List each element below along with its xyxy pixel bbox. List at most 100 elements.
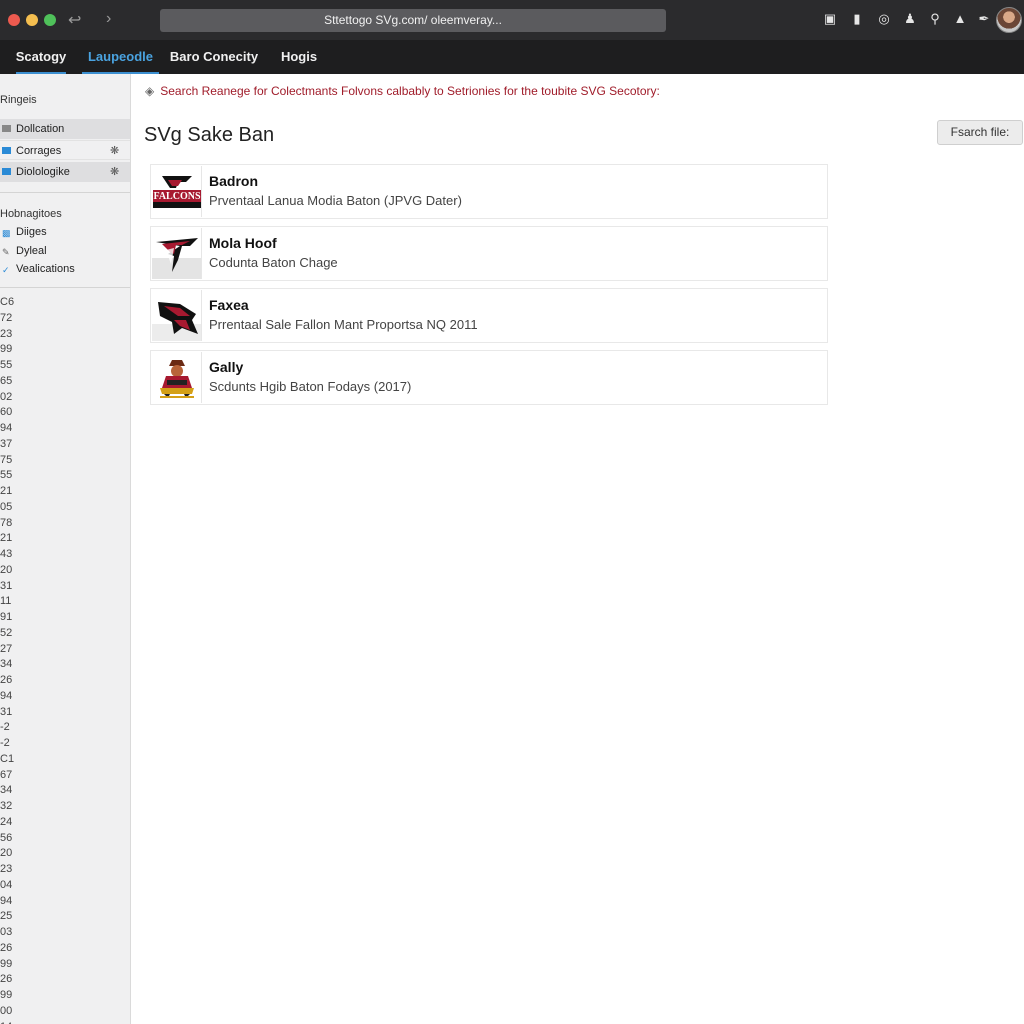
result-title[interactable]: Badron [209, 173, 258, 189]
line-number: 23 [0, 327, 13, 340]
search-notice: ◈ Search Reanege for Colectmants Folvons … [145, 84, 660, 98]
doc-icon: ✎ [2, 247, 10, 257]
falcons-logo-text: FALCONS [153, 191, 200, 202]
sidebar-item-label: Dollcation [16, 123, 65, 135]
sidebar: Ringeis Dollcation Corrages ❋ Diolologik… [0, 74, 131, 1024]
search-icon[interactable]: ⚲ [927, 11, 943, 27]
user-icon[interactable]: ♟ [902, 11, 918, 27]
sidebar-item-label: Diolologike [16, 166, 70, 178]
line-number: 14 [0, 1021, 20, 1024]
result-title[interactable]: Faxea [209, 297, 249, 313]
settings-icon[interactable]: ❋ [110, 141, 119, 161]
sidebar-item-corrages[interactable]: Corrages ❋ [0, 140, 130, 160]
profile-avatar[interactable] [996, 7, 1022, 33]
result-item[interactable]: Mola Hoof Codunta Baton Chage [150, 226, 828, 281]
forward-icon[interactable]: › [106, 10, 111, 28]
result-thumbnail [152, 290, 202, 341]
line-number: 26 [0, 973, 13, 986]
pen-icon[interactable]: ✒ [976, 11, 992, 27]
line-number: 43 [0, 548, 13, 560]
line-number: 34 [0, 784, 13, 797]
sidebar-subitem-label: Dyleal [16, 245, 47, 257]
sidebar-subitem-label: Diiges [16, 226, 47, 238]
result-item[interactable]: FALCONS Badron Prventaal Lanua Modia Bat… [150, 164, 828, 219]
line-number: 37 [0, 437, 13, 450]
result-item[interactable]: Faxea Prrentaal Sale Fallon Mant Proport… [150, 288, 828, 343]
target-icon[interactable]: ◎ [876, 11, 892, 27]
page-title: SVg Sake Ban [144, 124, 275, 146]
result-description: Prventaal Lanua Modia Baton (JPVG Dater) [209, 193, 462, 208]
tab-hogis[interactable]: Hogis [276, 40, 322, 74]
sidebar-divider [0, 192, 130, 193]
minimize-window-button[interactable] [26, 14, 38, 26]
diamond-icon: ◈ [145, 84, 155, 98]
tab-laupeodle[interactable]: Laupeodle [82, 40, 159, 74]
result-thumbnail [152, 228, 202, 279]
line-number: 99 [0, 989, 13, 1001]
line-number: 20 [0, 563, 13, 576]
folder-icon [2, 168, 11, 175]
result-description: Prrentaal Sale Fallon Mant Proportsa NQ … [209, 317, 478, 332]
line-number: 11 [0, 595, 12, 608]
line-number: 34 [0, 658, 13, 671]
line-number: 94 [0, 422, 13, 434]
line-number: C1 [0, 752, 15, 765]
line-number: 94 [0, 689, 13, 702]
bookmark-icon[interactable]: ▮ [849, 11, 865, 27]
falcons-logo-icon: FALCONS [153, 176, 201, 208]
result-description: Codunta Baton Chage [209, 255, 338, 270]
result-title[interactable]: Gally [209, 359, 243, 375]
search-notice-text: Search Reanege for Colectmants Folvons c… [160, 84, 660, 98]
sidebar-section-heading: Hobnagitoes [0, 208, 62, 220]
folder-icon [2, 125, 11, 132]
line-number: 91 [0, 611, 13, 623]
tab-baro-conecity[interactable]: Baro Conecity [166, 40, 262, 74]
line-number: 60 [0, 406, 13, 419]
line-number: 26 [0, 941, 13, 954]
line-number: 78 [0, 516, 13, 529]
reader-icon[interactable]: ▣ [822, 11, 838, 27]
line-number: -2 [0, 721, 10, 734]
cloud-icon[interactable]: ▲ [952, 11, 968, 27]
tab-scatogy[interactable]: Scatogy [8, 40, 74, 74]
maximize-window-button[interactable] [44, 14, 56, 26]
search-file-button[interactable]: Fsarch file: [937, 120, 1023, 145]
line-number: 94 [0, 894, 13, 907]
settings-icon[interactable]: ❋ [110, 162, 119, 182]
url-bar[interactable]: Sttettogo SVg.com/ oleemveray... [160, 9, 666, 32]
line-number: 99 [0, 343, 13, 356]
result-item[interactable]: Gally Scdunts Hgib Baton Fodays (2017) [150, 350, 828, 405]
folder-icon [2, 147, 11, 154]
sidebar-item-dollcation[interactable]: Dollcation [0, 119, 130, 139]
sidebar-item-diolologike[interactable]: Diolologike ❋ [0, 162, 130, 182]
line-number: 72 [0, 311, 13, 324]
line-number: 24 [0, 815, 13, 828]
line-number: 55 [0, 469, 13, 482]
line-number: 27 [0, 642, 13, 655]
line-number: 03 [0, 926, 13, 938]
result-description: Scdunts Hgib Baton Fodays (2017) [209, 379, 412, 394]
line-number: 31 [0, 705, 13, 718]
result-title[interactable]: Mola Hoof [209, 235, 277, 251]
mascot-illustration-icon [160, 360, 194, 398]
line-number: 26 [0, 674, 13, 686]
browser-titlebar: ↩ › Sttettogo SVg.com/ oleemveray... ▣ ▮… [0, 0, 1024, 40]
line-number: 52 [0, 626, 13, 639]
line-number: 32 [0, 800, 13, 812]
falcon-logo-icon [152, 302, 201, 341]
close-window-button[interactable] [8, 14, 20, 26]
doc-icon: ▩ [2, 228, 11, 238]
falcon-logo-icon [152, 238, 201, 279]
line-number: 21 [0, 485, 13, 497]
line-number: 56 [0, 831, 13, 844]
line-number: 21 [0, 532, 13, 545]
line-number: 05 [0, 500, 13, 513]
line-number: 31 [0, 579, 13, 592]
line-number: 55 [0, 359, 13, 371]
line-number: C6 [0, 296, 15, 308]
back-icon[interactable]: ↩ [68, 10, 81, 30]
result-thumbnail [152, 352, 202, 403]
sidebar-divider [0, 287, 130, 288]
line-number: 23 [0, 863, 13, 875]
line-number: 75 [0, 453, 13, 466]
